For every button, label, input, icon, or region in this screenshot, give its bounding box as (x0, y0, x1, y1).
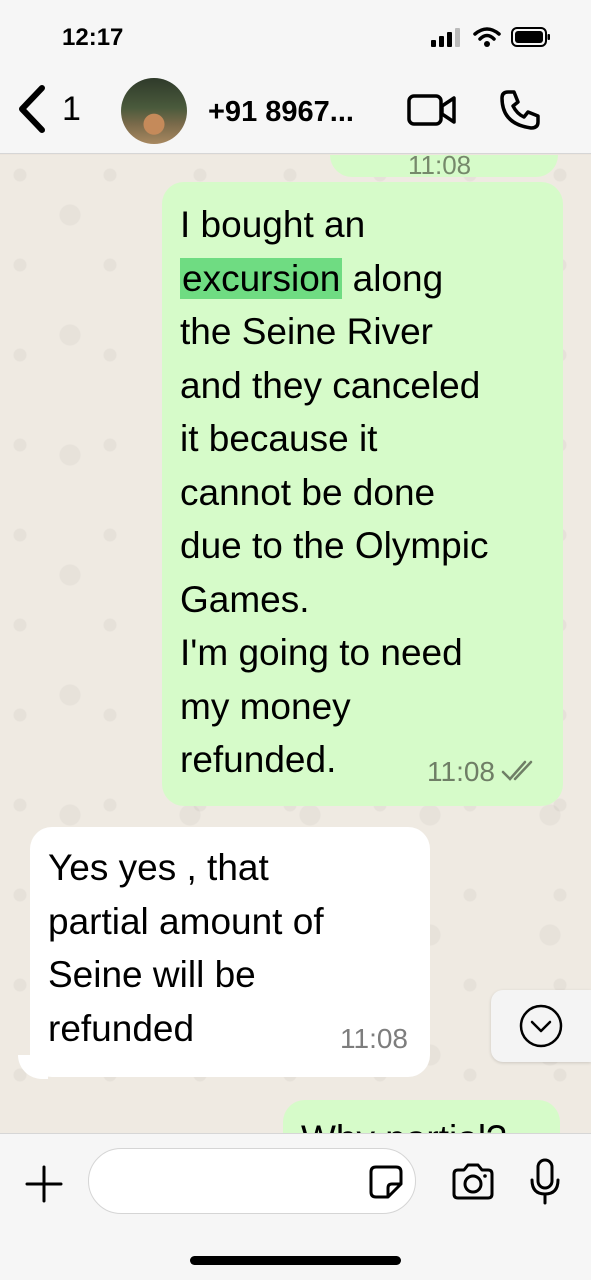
search-highlight: excursion (180, 257, 343, 299)
back-button[interactable]: 1 (14, 84, 81, 134)
message-text-part: along the Seine River and they canceled … (180, 257, 489, 781)
microphone-icon[interactable] (528, 1158, 562, 1206)
phone-icon[interactable] (498, 88, 542, 132)
scroll-to-bottom-button[interactable] (491, 990, 591, 1062)
message-text: I bought an excursion along the Seine Ri… (180, 198, 549, 787)
wifi-icon (473, 27, 501, 47)
message-time: 11:08 (427, 755, 495, 787)
chat-header: 1 +91 8967... (0, 72, 591, 154)
message-bubble-outgoing-partial[interactable]: Why partial? (283, 1100, 560, 1133)
double-check-icon (501, 761, 533, 782)
camera-icon[interactable] (450, 1162, 496, 1202)
message-meta: 11:08 (427, 745, 541, 799)
unread-count: 1 (62, 89, 81, 128)
message-time: 11:08 (340, 1022, 408, 1054)
message-input[interactable] (88, 1148, 416, 1214)
status-icons (431, 26, 551, 48)
contact-name[interactable]: +91 8967... (208, 96, 354, 129)
chat-area[interactable]: 11:08 I bought an excursion along the Se… (0, 155, 591, 1133)
status-bar: 12:17 (0, 0, 591, 72)
message-bubble-previous[interactable]: 11:08 (330, 155, 558, 180)
composer-bar (0, 1133, 591, 1280)
signal-icon (431, 28, 460, 47)
sticker-icon[interactable] (368, 1164, 404, 1200)
battery-icon (511, 27, 550, 47)
message-text: Why partial? (301, 1112, 560, 1133)
message-meta: 11:08 (340, 1012, 408, 1066)
chevron-down-icon (519, 1004, 563, 1048)
chevron-left-icon (19, 85, 45, 133)
message-bubble-incoming[interactable]: Yes yes , that partial amount of Seine w… (30, 827, 430, 1077)
message-text-part: I bought an (180, 204, 366, 245)
video-call-icon[interactable] (406, 90, 458, 130)
home-indicator[interactable] (190, 1256, 401, 1265)
contact-avatar[interactable] (121, 78, 187, 144)
plus-icon[interactable] (24, 1164, 64, 1204)
status-time: 12:17 (62, 24, 124, 51)
message-bubble-outgoing[interactable]: I bought an excursion along the Seine Ri… (162, 182, 563, 806)
